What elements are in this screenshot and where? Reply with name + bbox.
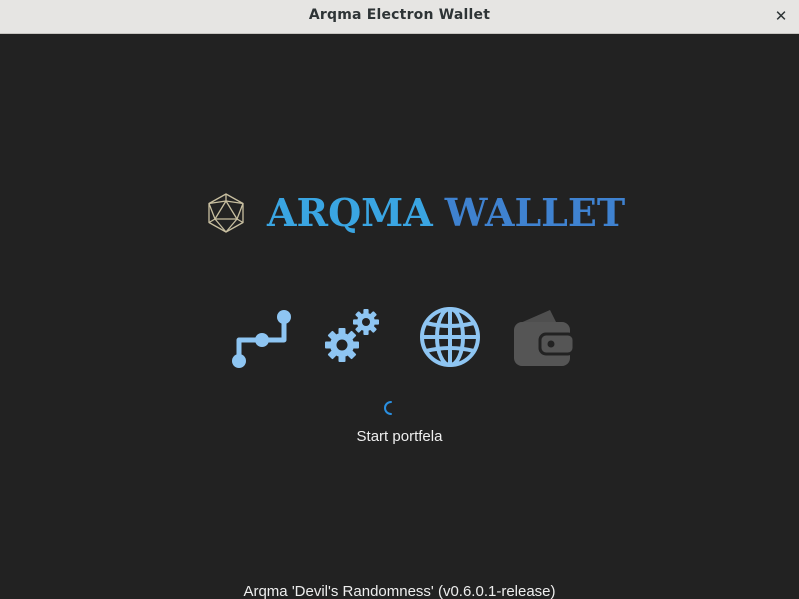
close-button[interactable]: ✕ bbox=[769, 4, 793, 28]
icosahedron-logo-icon bbox=[208, 193, 244, 233]
globe-icon bbox=[420, 307, 480, 367]
app-window: Arqma Electron Wallet ✕ ARQMA WALLET Sta… bbox=[0, 0, 799, 599]
network-nodes-icon bbox=[232, 310, 291, 368]
logo-word-arqma: ARQMA bbox=[267, 190, 433, 235]
title-bar[interactable]: Arqma Electron Wallet ✕ bbox=[0, 0, 799, 34]
logo-word-wallet: WALLET bbox=[444, 190, 626, 235]
loading-spinner-icon bbox=[384, 401, 392, 415]
app-logo: ARQMA WALLET bbox=[205, 191, 625, 235]
gears-icon bbox=[325, 309, 379, 362]
window-title: Arqma Electron Wallet bbox=[308, 7, 491, 23]
version-footer: Arqma 'Devil's Randomness' (v0.6.0.1-rel… bbox=[243, 583, 556, 599]
logo-wordmark: ARQMA WALLET bbox=[267, 191, 625, 235]
loading-status-text: Start portfela bbox=[356, 428, 443, 445]
startup-steps bbox=[226, 302, 578, 372]
splash-screen: ARQMA WALLET Start portfela Arqma 'Devil… bbox=[0, 34, 799, 599]
wallet-icon bbox=[514, 310, 576, 366]
